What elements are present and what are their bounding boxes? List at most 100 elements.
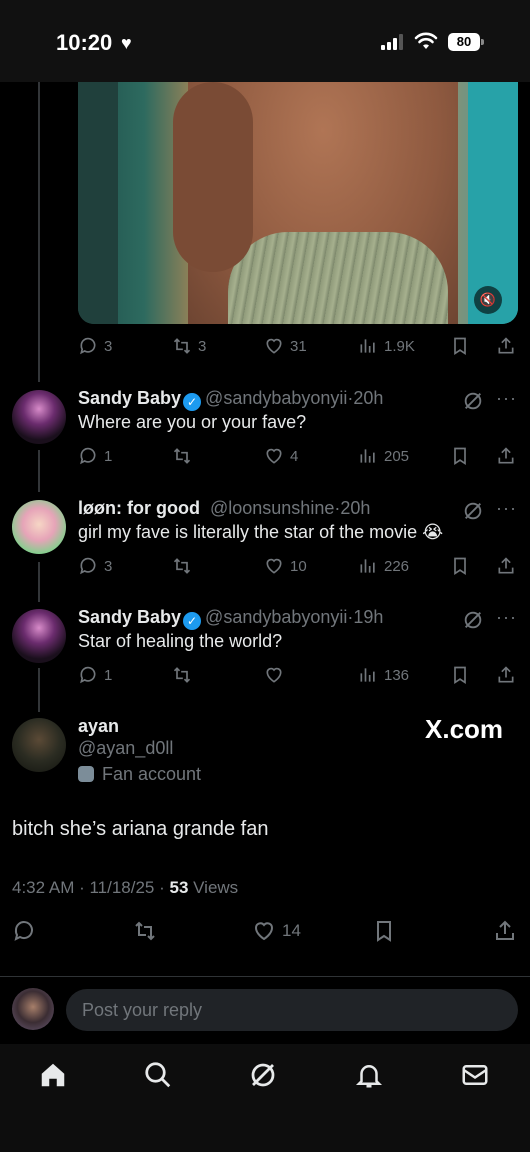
reply-button[interactable] xyxy=(12,919,36,943)
heart-icon xyxy=(266,667,282,683)
timestamp: 4:32 AM · 11/18/25 · xyxy=(12,878,170,897)
repost-button[interactable] xyxy=(133,919,157,943)
views-icon xyxy=(360,449,375,463)
share-icon xyxy=(498,447,514,464)
divider xyxy=(0,976,530,977)
like-button[interactable]: 31 xyxy=(264,334,307,358)
like-button[interactable] xyxy=(264,663,284,687)
battery-level: 80 xyxy=(448,33,480,51)
like-button[interactable]: 14 xyxy=(252,919,301,943)
repost-button[interactable]: 3 xyxy=(172,334,206,358)
badge-label: Fan account xyxy=(102,764,202,784)
more-options-icon[interactable]: ··· xyxy=(496,608,518,631)
tweet-text: Star of healing the world? xyxy=(78,631,283,651)
bookmark-icon xyxy=(377,921,391,942)
share-button[interactable] xyxy=(493,919,517,943)
views-label: Views xyxy=(188,878,239,897)
reply-count: 3 xyxy=(104,557,113,575)
video-media[interactable]: 🔇 xyxy=(78,82,518,324)
heart-status-icon: ♥ xyxy=(121,33,132,53)
reply-button[interactable]: 3 xyxy=(78,334,112,358)
grok-icon[interactable] xyxy=(462,390,484,412)
tweet-meta: 4:32 AM · 11/18/25 · 53 Views xyxy=(12,878,238,898)
messages-icon[interactable] xyxy=(460,1060,490,1090)
heart-icon xyxy=(266,448,282,464)
bookmark-button[interactable] xyxy=(372,919,396,943)
search-icon[interactable] xyxy=(143,1060,173,1090)
views-count: 226 xyxy=(384,557,410,575)
bookmark-icon xyxy=(454,447,466,466)
timestamp: 19h xyxy=(353,607,384,627)
handle[interactable]: @sandybabyonyii xyxy=(205,388,347,408)
avatar[interactable] xyxy=(12,609,66,663)
share-icon xyxy=(498,557,514,574)
status-time: 10:20 xyxy=(56,30,113,55)
avatar[interactable] xyxy=(12,718,66,772)
handle[interactable]: @ayan_d0ll xyxy=(78,738,173,759)
views-count: 205 xyxy=(384,447,410,465)
bookmark-button[interactable] xyxy=(450,444,470,468)
display-name[interactable]: ayan xyxy=(78,716,119,737)
theater-mask-icon xyxy=(78,766,94,782)
views-count[interactable]: 53 xyxy=(170,878,189,897)
cellular-signal-icon xyxy=(381,34,403,50)
repost-button[interactable] xyxy=(172,444,192,468)
xcom-watermark: X.com xyxy=(425,714,504,744)
share-button[interactable] xyxy=(496,554,516,578)
reply-button[interactable]: 1 xyxy=(78,444,112,468)
share-icon xyxy=(498,666,514,683)
handle[interactable]: @sandybabyonyii xyxy=(205,607,347,627)
like-count: 14 xyxy=(282,921,301,940)
reply-button[interactable]: 3 xyxy=(78,554,112,578)
share-button[interactable] xyxy=(496,334,516,358)
repost-icon xyxy=(173,448,191,464)
wifi-icon xyxy=(414,32,438,49)
heart-icon xyxy=(266,558,282,574)
reply-count: 1 xyxy=(104,666,113,684)
views-button[interactable]: 136 xyxy=(358,663,409,687)
bookmark-icon xyxy=(454,337,466,356)
repost-count: 3 xyxy=(198,337,207,355)
share-button[interactable] xyxy=(496,663,516,687)
repost-button[interactable] xyxy=(172,554,192,578)
handle[interactable]: @loonsunshine xyxy=(210,498,334,518)
display-name[interactable]: Sandy Baby xyxy=(78,607,181,627)
mute-icon[interactable]: 🔇 xyxy=(474,286,502,314)
grok-icon[interactable] xyxy=(462,500,484,522)
bookmark-button[interactable] xyxy=(450,554,470,578)
views-button[interactable]: 226 xyxy=(358,554,409,578)
views-button[interactable]: 205 xyxy=(358,444,409,468)
grok-icon[interactable] xyxy=(462,609,484,631)
more-options-icon[interactable]: ··· xyxy=(496,499,518,522)
display-name[interactable]: Sandy Baby xyxy=(78,388,181,408)
notifications-bell-icon[interactable] xyxy=(354,1060,384,1090)
like-button[interactable]: 4 xyxy=(264,444,298,468)
avatar[interactable] xyxy=(12,390,66,444)
views-button[interactable]: 1.9K xyxy=(358,334,415,358)
verified-badge-icon: ✓ xyxy=(183,393,202,411)
like-button[interactable]: 10 xyxy=(264,554,307,578)
share-button[interactable] xyxy=(496,444,516,468)
display-name[interactable]: løøn: for good xyxy=(78,498,200,518)
tweet-text: Where are you or your fave? xyxy=(78,412,307,432)
reply-button[interactable]: 1 xyxy=(78,663,112,687)
fan-account-badge: Fan account xyxy=(78,764,201,785)
home-icon[interactable] xyxy=(38,1060,68,1090)
like-count: 10 xyxy=(290,557,307,575)
repost-icon xyxy=(173,667,191,683)
repost-icon xyxy=(135,921,155,941)
thread-line xyxy=(38,450,40,492)
thread-line xyxy=(38,82,40,382)
my-avatar[interactable] xyxy=(12,988,54,1030)
grok-icon[interactable] xyxy=(248,1060,278,1090)
avatar[interactable] xyxy=(12,500,66,554)
bookmark-button[interactable] xyxy=(450,663,470,687)
views-icon xyxy=(360,559,375,573)
repost-button[interactable] xyxy=(172,663,192,687)
heart-icon xyxy=(255,922,273,941)
views-count: 1.9K xyxy=(384,337,415,355)
like-count: 4 xyxy=(290,447,299,465)
bookmark-button[interactable] xyxy=(450,334,470,358)
more-options-icon[interactable]: ··· xyxy=(496,389,518,412)
reply-input[interactable]: Post your reply xyxy=(66,989,518,1031)
